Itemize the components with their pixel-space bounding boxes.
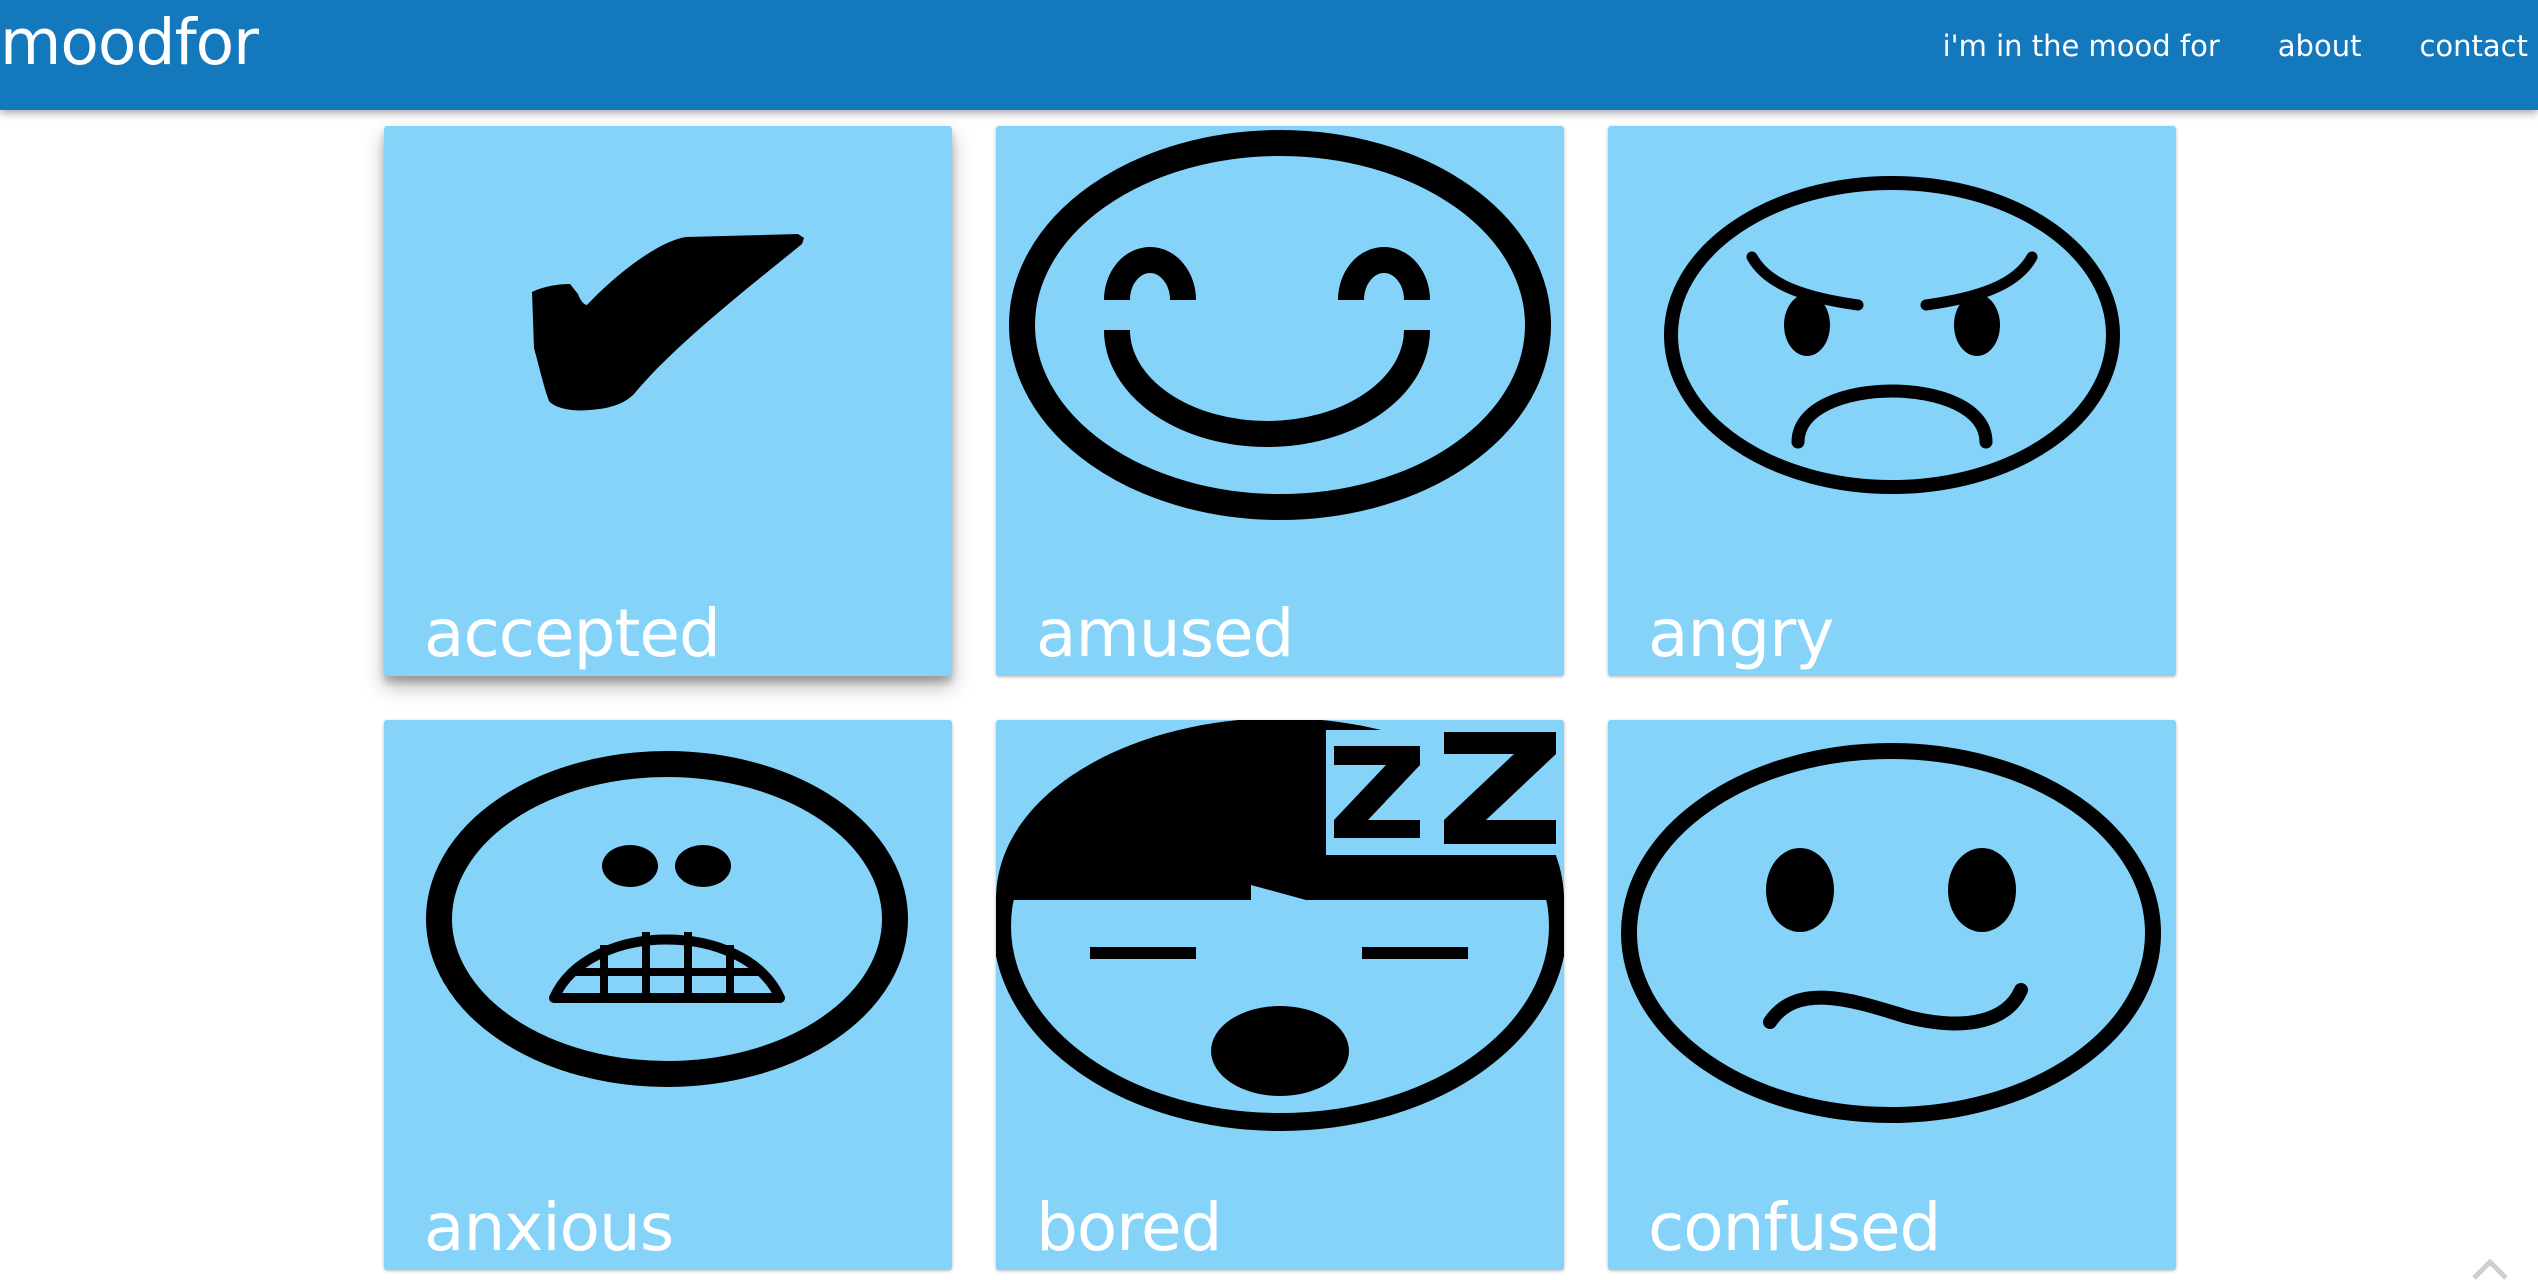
mood-grid: accepted amused angry anxious bored conf…	[0, 0, 2538, 1280]
nav-about-link[interactable]: about	[2249, 14, 2391, 78]
mood-card-anxious[interactable]: anxious	[384, 720, 952, 1270]
amused-face-icon	[1009, 130, 1551, 520]
nav-mood-link[interactable]: i'm in the mood for	[1914, 14, 2249, 78]
mood-card-angry[interactable]: angry	[1608, 126, 2176, 676]
mood-card-bored[interactable]: bored	[996, 720, 1564, 1270]
mood-label: angry	[1648, 595, 1834, 672]
top-navbar: moodfor i'm in the mood for about contac…	[0, 0, 2538, 110]
mood-label: amused	[1036, 595, 1294, 672]
mood-card-amused[interactable]: amused	[996, 126, 1564, 676]
mood-card-confused[interactable]: confused	[1608, 720, 2176, 1270]
mood-label: bored	[1036, 1189, 1222, 1266]
mood-card-accepted[interactable]: accepted	[384, 126, 952, 676]
mood-label: anxious	[424, 1189, 674, 1266]
scroll-up-icon[interactable]	[2470, 1248, 2510, 1280]
nav-contact-link[interactable]: contact	[2390, 14, 2528, 78]
mood-label: confused	[1648, 1189, 1941, 1266]
confused-face-icon	[1621, 743, 2161, 1123]
anxious-face-icon	[426, 751, 908, 1087]
bored-face-icon	[996, 720, 1564, 1131]
brand-logo[interactable]: moodfor	[0, 8, 259, 78]
mood-label: accepted	[424, 595, 721, 672]
angry-face-icon	[1664, 176, 2120, 494]
nav-links: i'm in the mood for about contact	[1914, 14, 2528, 78]
checkmark-icon	[532, 234, 804, 411]
